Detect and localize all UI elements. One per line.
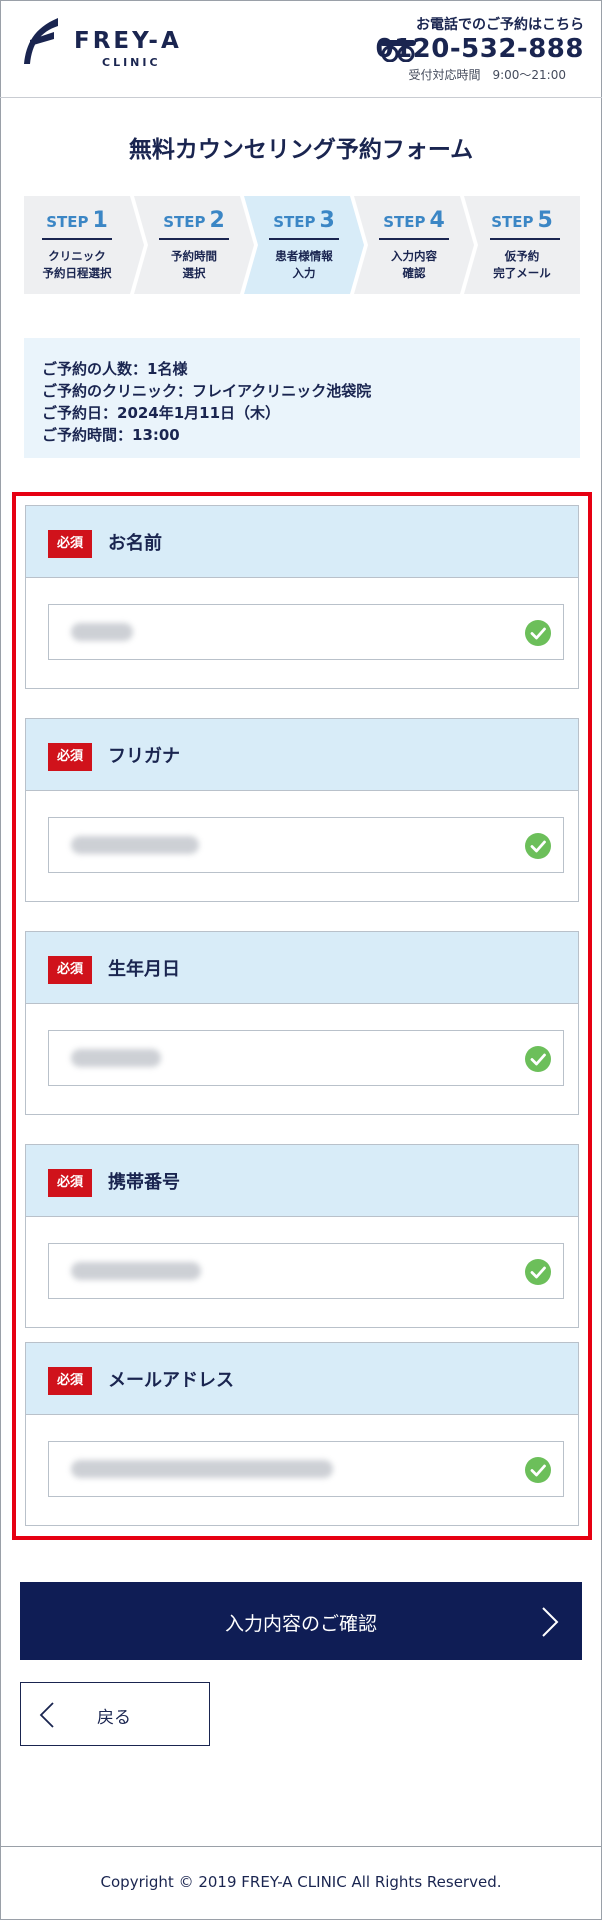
step-5-text: 仮予約 完了メール: [493, 249, 551, 280]
step-5-rule: [490, 238, 560, 240]
field-furigana: 必須 フリガナ: [25, 718, 579, 902]
blurred-value: [71, 836, 199, 854]
reservation-time: ご予約時間：13:00: [42, 426, 180, 444]
step-2-rule: [159, 238, 229, 240]
check-icon: [525, 833, 551, 859]
step-5-number: 5: [537, 208, 553, 233]
field-birthdate: 必須 生年月日: [25, 931, 579, 1115]
blurred-value: [71, 1262, 201, 1280]
step-3-text: 患者様情報 入力: [275, 249, 333, 280]
logo-subtitle: CLINIC: [102, 56, 161, 69]
step-1-label: STEP: [46, 213, 89, 231]
step-3-rule: [269, 238, 339, 240]
field-mobile: 必須 携帯番号: [25, 1144, 579, 1328]
back-button-label: 戻る: [97, 1708, 131, 1728]
check-icon: [525, 620, 551, 646]
step-4-label: STEP: [383, 213, 426, 231]
chevron-left-icon: [39, 1702, 54, 1728]
field-label-name: お名前: [108, 533, 162, 554]
blurred-value: [71, 1049, 161, 1067]
field-email: 必須 メールアドレス: [25, 1342, 579, 1526]
reservation-clinic: ご予約のクリニック：フレイアクリニック池袋院: [42, 382, 372, 400]
field-header: 必須 携帯番号: [26, 1145, 578, 1217]
field-label-mobile: 携帯番号: [108, 1172, 180, 1193]
tel-label: お電話でのご予約はこちら: [416, 17, 584, 33]
step-3-number: 3: [319, 208, 335, 233]
tel-number[interactable]: 0120-532-888: [376, 34, 585, 64]
field-header: 必須 フリガナ: [26, 719, 578, 791]
step-4-rule: [379, 238, 449, 240]
mobile-input[interactable]: [48, 1243, 564, 1299]
step-5-label: STEP: [491, 213, 534, 231]
copyright-text: Copyright © 2019 FREY-A CLINIC All Right…: [100, 1873, 502, 1891]
name-input[interactable]: [48, 604, 564, 660]
step-2: STEP 2 予約時間 選択: [134, 196, 254, 294]
site-footer: Copyright © 2019 FREY-A CLINIC All Right…: [0, 1846, 602, 1920]
logo-title[interactable]: FREY-A: [74, 28, 182, 54]
site-header: FREY-A CLINIC お電話でのご予約はこちら 0120-532-888 …: [0, 0, 602, 98]
back-button[interactable]: 戻る: [20, 1682, 210, 1746]
step-4-text: 入力内容 確認: [391, 249, 437, 280]
check-icon: [525, 1259, 551, 1285]
step-4-number: 4: [429, 208, 445, 233]
required-badge: 必須: [48, 1169, 92, 1197]
step-3-label: STEP: [273, 213, 316, 231]
tel-hours: 受付対応時間 9:00～21:00: [408, 68, 566, 82]
field-header: 必須 生年月日: [26, 932, 578, 1004]
step-progress: STEP 1 クリニック 予約日程選択 STEP 2 予約時間 選択 STEP 3 患…: [24, 196, 580, 294]
reservation-people: ご予約の人数：1名様: [42, 360, 188, 378]
field-name: 必須 お名前: [25, 505, 579, 689]
field-header: 必須 お名前: [26, 506, 578, 578]
step-5: STEP 5 仮予約 完了メール: [464, 196, 580, 294]
confirm-input-button[interactable]: 入力内容のご確認: [20, 1582, 582, 1660]
step-1: STEP 1 クリニック 予約日程選択: [24, 196, 144, 294]
step-2-label: STEP: [163, 213, 206, 231]
birthdate-input[interactable]: [48, 1030, 564, 1086]
check-icon: [525, 1457, 551, 1483]
required-badge: 必須: [48, 743, 92, 771]
check-icon: [525, 1046, 551, 1072]
step-1-rule: [42, 238, 112, 240]
email-input[interactable]: [48, 1441, 564, 1497]
frey-a-logo-mark[interactable]: [20, 14, 62, 68]
field-label-furigana: フリガナ: [108, 746, 180, 767]
step-1-text: クリニック 予約日程選択: [42, 249, 112, 280]
confirm-button-label: 入力内容のご確認: [224, 1613, 377, 1635]
reservation-summary: ご予約の人数：1名様 ご予約のクリニック：フレイアクリニック池袋院 ご予約日：2…: [24, 338, 580, 458]
required-badge: 必須: [48, 530, 92, 558]
patient-info-form: 必須 お名前 必須 フリガナ 必須 生年月日 必須 携帯番号 必須 メールアドレ…: [12, 492, 592, 1540]
chevron-right-icon: [542, 1607, 559, 1637]
step-2-text: 予約時間 選択: [171, 249, 217, 280]
step-4: STEP 4 入力内容 確認: [354, 196, 474, 294]
field-label-birthdate: 生年月日: [108, 959, 180, 980]
step-2-number: 2: [209, 208, 225, 233]
step-3: STEP 3 患者様情報 入力: [244, 196, 364, 294]
field-label-email: メールアドレス: [108, 1370, 234, 1391]
furigana-input[interactable]: [48, 817, 564, 873]
required-badge: 必須: [48, 1367, 92, 1395]
field-header: 必須 メールアドレス: [26, 1343, 578, 1415]
reservation-date: ご予約日：2024年1月11日（木）: [42, 404, 281, 422]
required-badge: 必須: [48, 956, 92, 984]
blurred-value: [71, 623, 133, 641]
blurred-value: [71, 1460, 333, 1478]
page-title: 無料カウンセリング予約フォーム: [128, 137, 474, 163]
step-1-number: 1: [92, 208, 108, 233]
